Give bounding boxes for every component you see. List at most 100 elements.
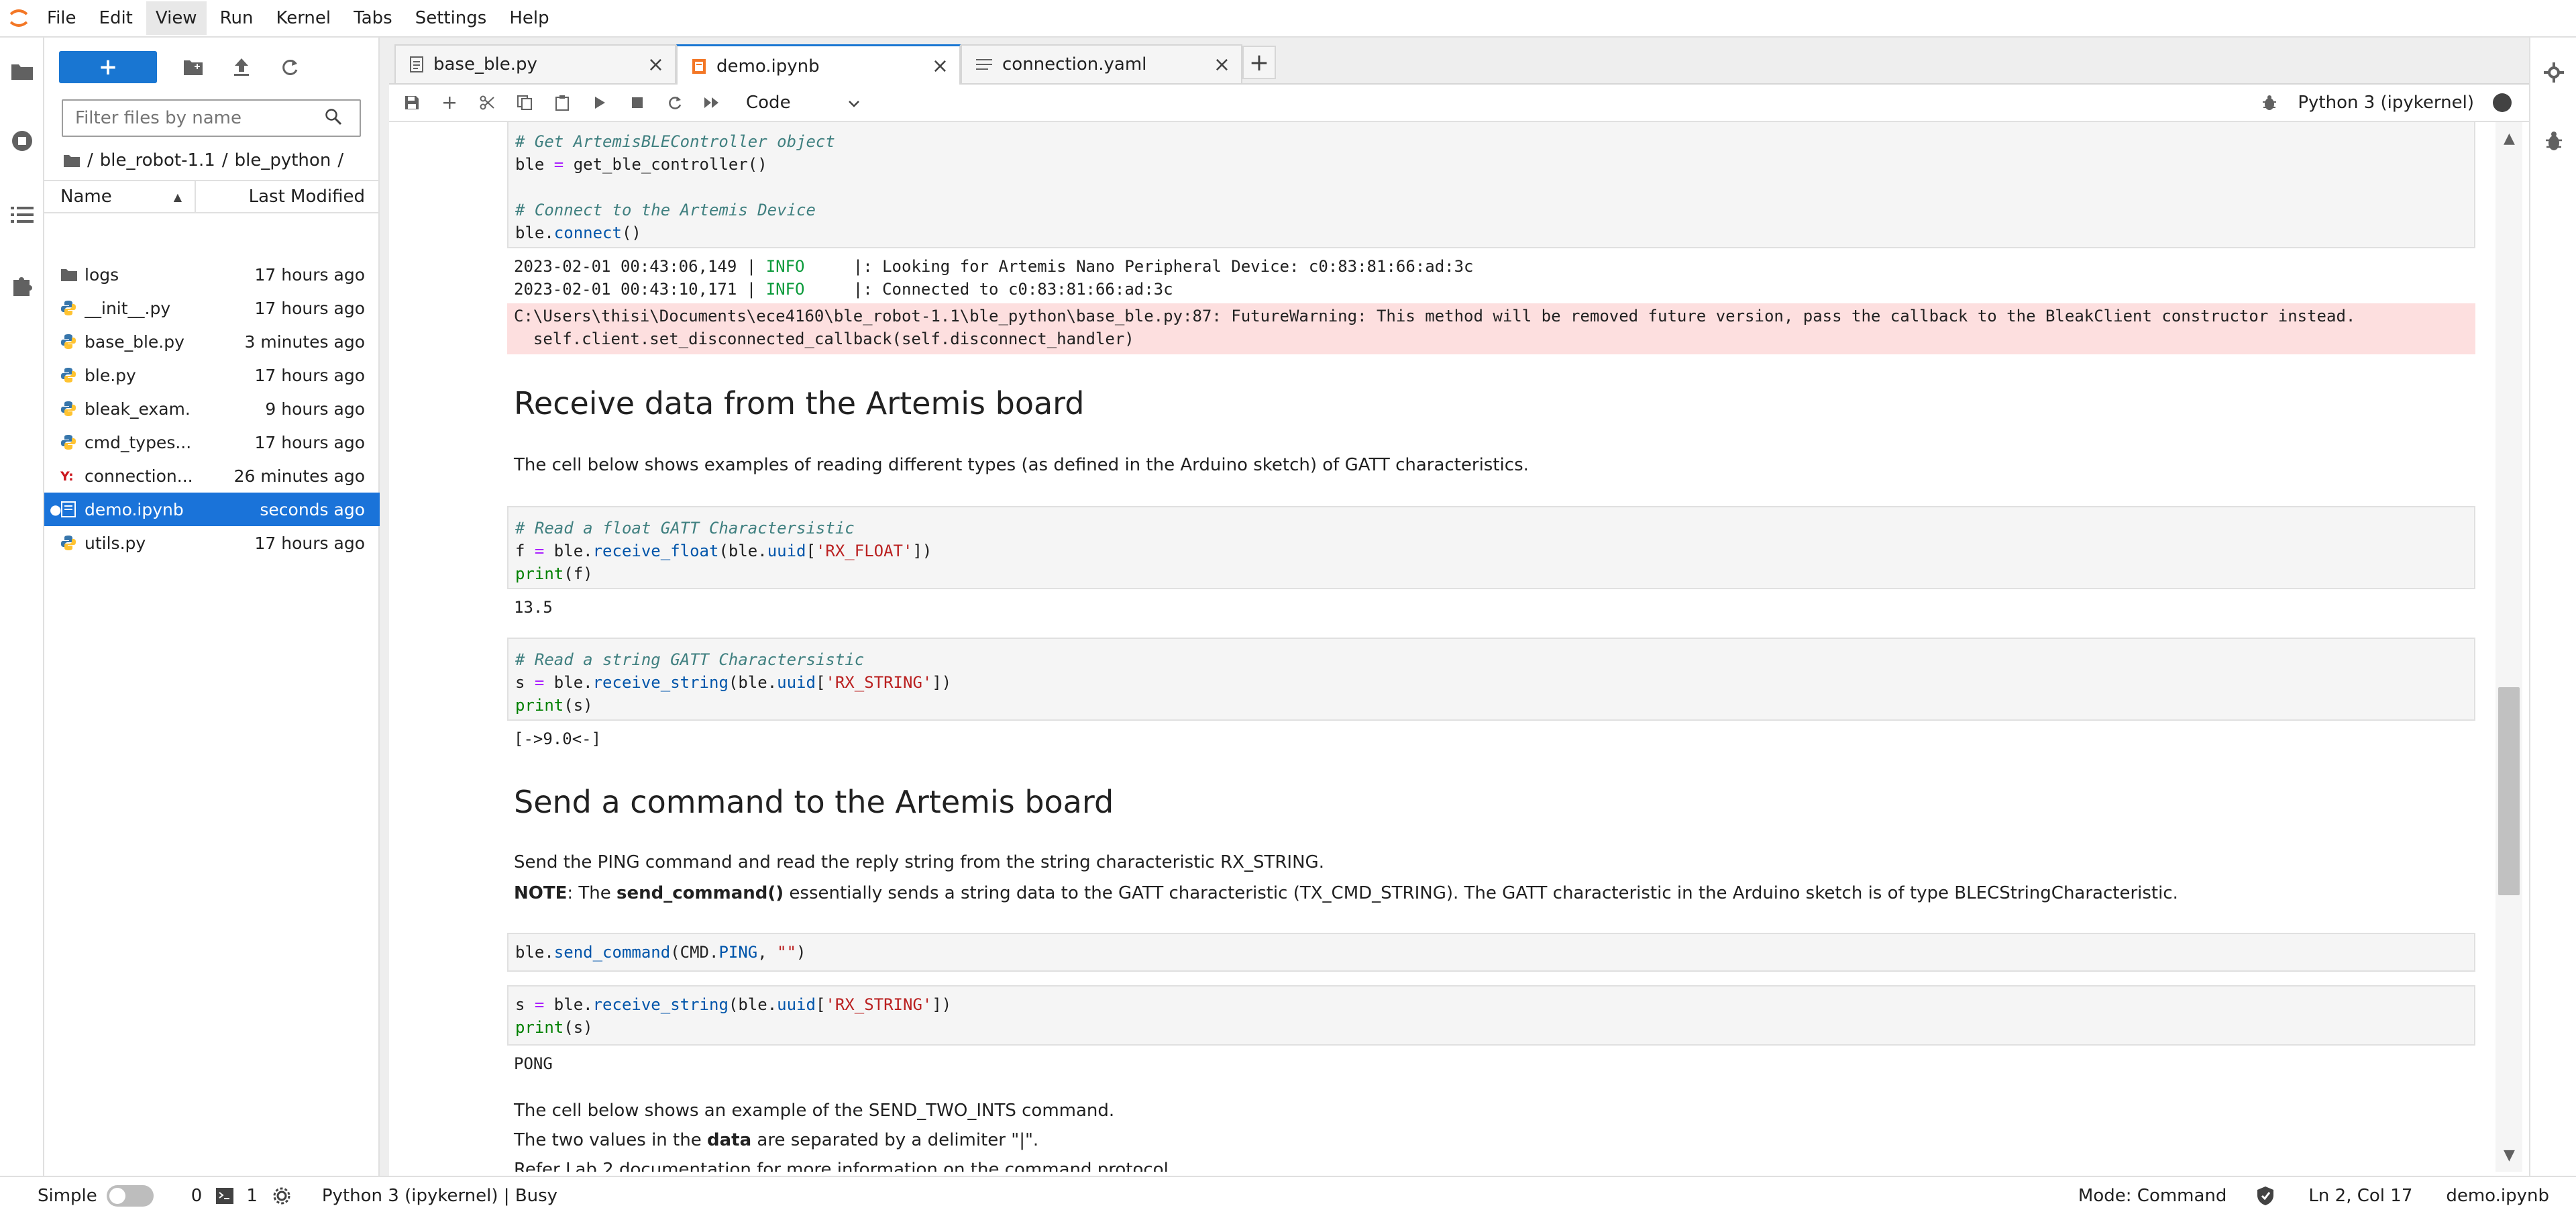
cell-output: [->9.0<-] (514, 729, 602, 748)
scrollbar-thumb[interactable] (2498, 687, 2520, 895)
file-row[interactable]: bleak_exam... 9 hours ago (44, 392, 380, 425)
file-row[interactable]: ble.py 17 hours ago (44, 358, 380, 392)
file-row[interactable]: base_ble.py 3 minutes ago (44, 325, 380, 358)
debugger-panel-icon[interactable] (2538, 125, 2570, 157)
file-row[interactable]: logs 17 hours ago (44, 258, 380, 291)
restart-icon[interactable] (656, 87, 694, 119)
file-modified: seconds ago (260, 499, 365, 519)
code-cell-input[interactable]: # Read a string GATT Charactersistic s =… (507, 638, 2475, 721)
upload-icon[interactable] (225, 51, 258, 83)
debugger-icon[interactable] (2261, 94, 2277, 111)
code-cell-input[interactable]: # Read a float GATT Charactersistic f = … (507, 506, 2475, 589)
code-cell-input[interactable]: s = ble.receive_string(ble.uuid['RX_STRI… (507, 985, 2475, 1046)
property-inspector-icon[interactable] (2538, 56, 2570, 89)
code-line: print(f) (515, 564, 593, 583)
code-cell-input[interactable]: # Get ArtemisBLEController object ble = … (507, 122, 2475, 248)
menu-view[interactable]: View (146, 1, 207, 35)
mode-indicator[interactable]: Mode: Command (2078, 1186, 2227, 1206)
file-modified: 17 hours ago (254, 533, 365, 553)
security-shield-icon[interactable] (2256, 1186, 2275, 1206)
file-modified: 17 hours ago (254, 432, 365, 452)
right-sidebar (2529, 38, 2576, 1176)
warning-line: C:\Users\thisi\Documents\ece4160\ble_rob… (514, 307, 2356, 325)
run-icon[interactable] (581, 87, 619, 119)
simple-mode-toggle[interactable] (106, 1184, 154, 1207)
insert-cell-icon[interactable] (431, 87, 468, 119)
stop-icon[interactable] (619, 87, 656, 119)
kernel-busy-icon (2493, 93, 2512, 112)
kernel-status-text[interactable]: Python 3 (ipykernel) | Busy (322, 1186, 557, 1206)
menu-edit[interactable]: Edit (90, 1, 142, 35)
file-modified: 17 hours ago (254, 264, 365, 285)
cell-type-select[interactable]: Code (746, 93, 860, 113)
cut-icon[interactable] (468, 87, 506, 119)
file-search-input[interactable] (63, 101, 325, 135)
breadcrumb-ble-python[interactable]: ble_python (235, 150, 331, 170)
restart-run-all-icon[interactable] (694, 87, 731, 119)
terminal-count[interactable]: 0 (191, 1186, 203, 1206)
code-line: s = ble.receive_string(ble.uuid['RX_STRI… (515, 673, 952, 692)
name-column-label: Name (60, 187, 112, 207)
file-modified: 3 minutes ago (244, 332, 365, 352)
code-line: ble = get_ble_controller() (515, 155, 767, 174)
copy-icon[interactable] (506, 87, 543, 119)
kernel-count[interactable]: 1 (246, 1186, 258, 1206)
svg-text:Y:: Y: (60, 469, 74, 483)
file-row[interactable]: utils.py 17 hours ago (44, 526, 380, 560)
menu-settings[interactable]: Settings (406, 1, 496, 35)
menu-help[interactable]: Help (500, 1, 558, 35)
file-name: logs (85, 264, 119, 285)
name-column-header[interactable]: Name ▲ (44, 181, 196, 212)
sort-ascending-icon: ▲ (173, 190, 182, 203)
file-list: logs 17 hours ago __init__.py 17 hours ago b… (44, 258, 380, 560)
code-line: ble.connect() (515, 223, 641, 242)
note-text: : The (567, 883, 617, 903)
panel-splitter[interactable] (380, 38, 389, 1176)
save-icon[interactable] (393, 87, 431, 119)
file-row[interactable]: ● demo.ipynb seconds ago (44, 493, 380, 526)
jupyter-logo-icon (0, 0, 38, 37)
scroll-down-icon[interactable]: ▼ (2504, 1147, 2515, 1164)
file-row[interactable]: Y: connection.... 26 minutes ago (44, 459, 380, 493)
breadcrumb-ble-robot[interactable]: ble_robot-1.1 (100, 150, 215, 170)
modified-column-header[interactable]: Last Modified (196, 187, 380, 207)
close-tab-icon[interactable]: × (647, 53, 664, 77)
folder-icon (60, 267, 85, 282)
tab-demo-ipynb[interactable]: demo.ipynb × (676, 44, 961, 86)
notebook-scrollbar[interactable]: ▲ ▼ (2496, 122, 2522, 1172)
extensions-icon[interactable] (6, 270, 38, 302)
breadcrumb-sep: / (337, 150, 344, 170)
kernel-gear-icon (272, 1186, 291, 1205)
root-folder-icon[interactable] (63, 153, 80, 168)
file-modified: 9 hours ago (265, 399, 365, 419)
scroll-up-icon[interactable]: ▲ (2504, 130, 2515, 147)
cursor-position[interactable]: Ln 2, Col 17 (2308, 1186, 2412, 1206)
file-row[interactable]: __init__.py 17 hours ago (44, 291, 380, 325)
menu-kernel[interactable]: Kernel (266, 1, 340, 35)
running-sessions-icon[interactable] (6, 125, 38, 157)
text-file-icon (975, 57, 993, 72)
tab-base-ble[interactable]: base_ble.py × (394, 44, 676, 85)
file-modified: 17 hours ago (254, 298, 365, 318)
log-level: INFO (765, 280, 805, 299)
close-tab-icon[interactable]: × (932, 54, 949, 78)
close-tab-icon[interactable]: × (1214, 53, 1230, 77)
menu-run[interactable]: Run (211, 1, 263, 35)
table-of-contents-icon[interactable] (6, 199, 38, 231)
note-label: NOTE (514, 883, 568, 903)
tab-connection-yaml[interactable]: connection.yaml × (961, 44, 1242, 85)
tab-label: demo.ipynb (716, 56, 820, 77)
menu-file[interactable]: File (38, 1, 86, 35)
menu-bar: File Edit View Run Kernel Tabs Settings … (0, 0, 2576, 38)
kernel-name[interactable]: Python 3 (ipykernel) (2298, 93, 2474, 113)
code-cell-input[interactable]: ble.send_command(CMD.PING, "") (507, 933, 2475, 972)
file-browser: + / ble_robot-1.1 / ble_python (44, 38, 380, 1176)
refresh-icon[interactable] (274, 51, 306, 83)
new-launcher-button[interactable]: + (59, 51, 157, 83)
file-row[interactable]: cmd_types.... 17 hours ago (44, 425, 380, 459)
new-folder-icon[interactable] (177, 51, 209, 83)
paste-icon[interactable] (543, 87, 581, 119)
folder-icon[interactable] (6, 55, 38, 87)
new-tab-button[interactable]: + (1242, 46, 1276, 79)
menu-tabs[interactable]: Tabs (344, 1, 402, 35)
